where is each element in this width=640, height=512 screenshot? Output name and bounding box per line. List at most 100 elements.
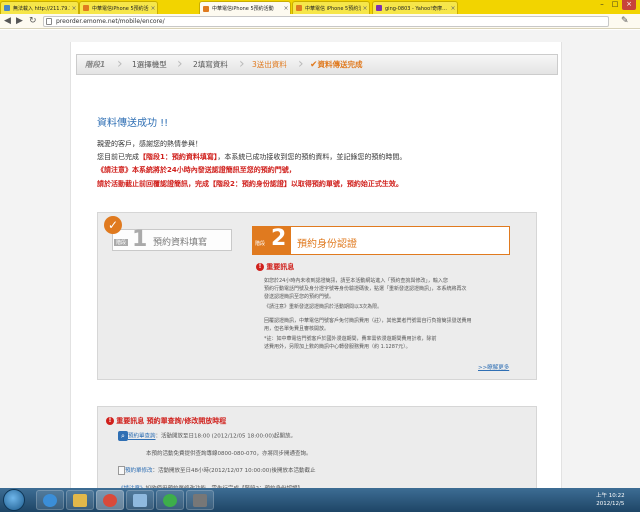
- window-icon: [133, 494, 147, 507]
- browser-tab[interactable]: 中華電信iPhone 5預約活... ×: [79, 1, 158, 14]
- warning-icon: !: [106, 417, 114, 425]
- notice-paragraph-1d: 《請注意》重新發送認證簡訊於活動期間以3次為限。: [264, 304, 383, 310]
- stage-1-label: 階段: [114, 239, 129, 246]
- info-row-query: ⌕ 預約單查詢：活動開放至日18:00 (2012/12/05 18:00:00)…: [118, 431, 296, 441]
- warning-icon: !: [256, 263, 264, 271]
- stage-1-number: 1: [132, 227, 148, 252]
- tab-title: 中華電信iPhone 5預約活動: [212, 6, 274, 12]
- step-submit-data: 3送出資料: [252, 60, 287, 69]
- query-text: ：活動開放至日18:00 (2012/12/05 18:00:00)起開放。: [155, 433, 297, 440]
- taskbar-messenger[interactable]: [156, 490, 184, 510]
- notice-line: 《請注意》本系統將於24小時內發送認證簡訊至您的預約門號，: [97, 166, 296, 174]
- search-icon: ⌕: [118, 431, 128, 441]
- notice-paragraph-1b: 預約行動電話門號及身分證字號等身份驗證碼後，點選「重新發送認證簡訊」，本系統將再…: [264, 286, 467, 292]
- step-separator-icon: ›: [177, 56, 183, 72]
- browser-tab[interactable]: ging-0803 - Yahoo!奇摩... ×: [372, 1, 458, 14]
- taskbar: 上午 10:22 2012/12/5: [0, 488, 640, 512]
- tab-favicon-icon: [296, 5, 302, 11]
- page-icon: [46, 18, 52, 25]
- deadline-line: 請於活動截止前回覆認證簡訊，完成【階段2：預約身份認證】以取得預約單號，預約始正…: [97, 180, 403, 188]
- clock[interactable]: 上午 10:22 2012/12/5: [596, 492, 625, 508]
- reload-icon[interactable]: ↻: [29, 16, 37, 27]
- info-row-hotline: 本預約活動免費提供查詢專線0800-080-070，亦將同步開通查詢。: [146, 451, 312, 457]
- info-title: 重要訊息 預約單查詢/修改開放時程: [116, 417, 227, 425]
- close-icon[interactable]: ×: [361, 5, 369, 12]
- taskbar-explorer[interactable]: [66, 490, 94, 510]
- stage-2-card: 2 階段 預約身份認證: [252, 226, 510, 255]
- step-separator-icon: ›: [117, 56, 123, 72]
- progress-steps: 階段1 › 1選擇機型 › 2填寫資料 › 3送出資料 › ✔資料傳送完成: [76, 54, 558, 75]
- close-icon[interactable]: ×: [449, 5, 457, 12]
- tab-title: 中華電信 iPhone 5預約活...: [305, 5, 361, 12]
- tab-favicon-icon: [4, 5, 10, 11]
- notice-paragraph-2c: *註：如中華電信門號客戶於國外漫遊期間，費率需依漫遊期間費用計收，除前: [264, 336, 437, 342]
- start-button[interactable]: [3, 489, 25, 511]
- status-stage: 【階段1：預約資料填寫】: [139, 153, 218, 161]
- ie-icon: [43, 494, 57, 507]
- messenger-icon: [163, 494, 177, 507]
- notice-paragraph-2d: 述費用外，另限加上數的簡訊中心轉發服務費用（約 1.1287元）。: [264, 344, 411, 350]
- tab-title: 中華電信iPhone 5預約活...: [92, 5, 149, 12]
- stage-2-label: 階段: [253, 240, 268, 247]
- learn-more-link[interactable]: >>瞭解更多: [478, 363, 509, 371]
- stage-1-card: 階段 1 預約資料填寫: [112, 227, 232, 252]
- check-circle-icon: ✓: [104, 216, 122, 234]
- step-complete-label: 資料傳送完成: [317, 60, 363, 69]
- minimize-icon[interactable]: –: [596, 0, 608, 10]
- browser-tab[interactable]: 無法載入 http://211.79.17... ×: [0, 1, 79, 14]
- modify-text: ：活動開放至日48小時(2012/12/07 10:00:00)後開放本活動截止: [152, 468, 316, 474]
- clock-date: 2012/12/5: [596, 501, 625, 507]
- taskbar-camera[interactable]: [186, 490, 214, 510]
- success-title: 資料傳送成功 !!: [97, 118, 169, 129]
- url-input[interactable]: preorder.emome.net/mobile/encore/: [43, 16, 609, 27]
- notice-paragraph-1a: 如您於24小時內未收到認證簡訊，請至本活動網站進入「預約查詢與修改」，輸入您: [264, 278, 448, 284]
- window-close-icon[interactable]: ×: [622, 0, 636, 10]
- status-pre: 您目前已完成: [97, 153, 139, 161]
- folder-icon: [73, 494, 87, 507]
- modify-link[interactable]: 預約單修改: [125, 468, 153, 474]
- notice-paragraph-1c: 發送認證簡訊至您的預約門號。: [264, 294, 335, 300]
- browser-tab[interactable]: 中華電信 iPhone 5預約活... ×: [292, 1, 370, 14]
- broken-image-icon: [118, 466, 125, 475]
- camera-icon: [193, 494, 207, 507]
- notice-paragraph-2b: 用，但名單免費且審核開放。: [264, 326, 330, 332]
- close-icon[interactable]: ×: [149, 5, 157, 12]
- notice-paragraph-2a: 回覆認證簡訊，中華電信門號客戶免付簡訊費用（註），其他業者門號需自行負擔簡訊發送…: [264, 318, 472, 324]
- browser-tab-bar: 無法載入 http://211.79.17... × 中華電信iPhone 5預…: [0, 0, 640, 15]
- tab-title: 無法載入 http://211.79.17...: [13, 5, 70, 12]
- query-link[interactable]: 預約單查詢: [128, 434, 156, 440]
- taskbar-window[interactable]: [126, 490, 154, 510]
- step-separator-icon: ›: [239, 56, 245, 72]
- stage-2-number: 2: [271, 226, 287, 251]
- status-post: ，本系統已成功接收到您的預約資料，並記錄您的預約時間。: [217, 153, 407, 161]
- maximize-icon[interactable]: □: [609, 0, 621, 10]
- step-complete: ✔資料傳送完成: [310, 55, 363, 74]
- tab-favicon-icon: [83, 5, 89, 11]
- taskbar-chrome[interactable]: [96, 490, 124, 510]
- page-background: 階段1 › 1選擇機型 › 2填寫資料 › 3送出資料 › ✔資料傳送完成 資料…: [0, 30, 640, 500]
- step-fill-data: 2填寫資料: [193, 60, 228, 69]
- info-row-modify: 預約單修改：活動開放至日48小時(2012/12/07 10:00:00)後開放…: [118, 466, 315, 475]
- stage-label: 階段1: [85, 60, 106, 69]
- info-box: ! 重要訊息 預約單查詢/修改開放時程 ⌕ 預約單查詢：活動開放至日18:00 (…: [97, 406, 537, 500]
- tab-favicon-icon: [376, 5, 382, 11]
- clock-time: 上午 10:22: [596, 493, 625, 499]
- notice-heading: ! 重要訊息: [256, 262, 294, 272]
- info-heading: ! 重要訊息 預約單查詢/修改開放時程: [106, 416, 226, 426]
- stage-box: 階段 1 預約資料填寫 ✓ 2 階段 預約身份認證 ! 重要訊息 如您於24小時…: [97, 212, 537, 380]
- close-icon[interactable]: ×: [70, 5, 78, 12]
- browser-tab-active[interactable]: 中華電信iPhone 5預約活動 ×: [199, 1, 291, 15]
- stage-1-text: 預約資料填寫: [153, 238, 208, 248]
- taskbar-ie[interactable]: [36, 490, 64, 510]
- forward-arrow-icon[interactable]: ▶: [16, 16, 23, 27]
- content-panel: 階段1 › 1選擇機型 › 2填寫資料 › 3送出資料 › ✔資料傳送完成 資料…: [70, 42, 562, 500]
- wrench-icon[interactable]: ✎: [621, 16, 629, 26]
- back-arrow-icon[interactable]: ◀: [4, 16, 11, 27]
- address-bar: ◀ ▶ ↻ preorder.emome.net/mobile/encore/ …: [0, 14, 640, 29]
- notice-title: 重要訊息: [266, 263, 295, 271]
- step-separator-icon: ›: [298, 56, 304, 72]
- stage-2-text: 預約身份認證: [297, 239, 357, 250]
- close-icon[interactable]: ×: [282, 5, 290, 12]
- tab-favicon-icon: [203, 5, 209, 12]
- chrome-icon: [103, 494, 117, 507]
